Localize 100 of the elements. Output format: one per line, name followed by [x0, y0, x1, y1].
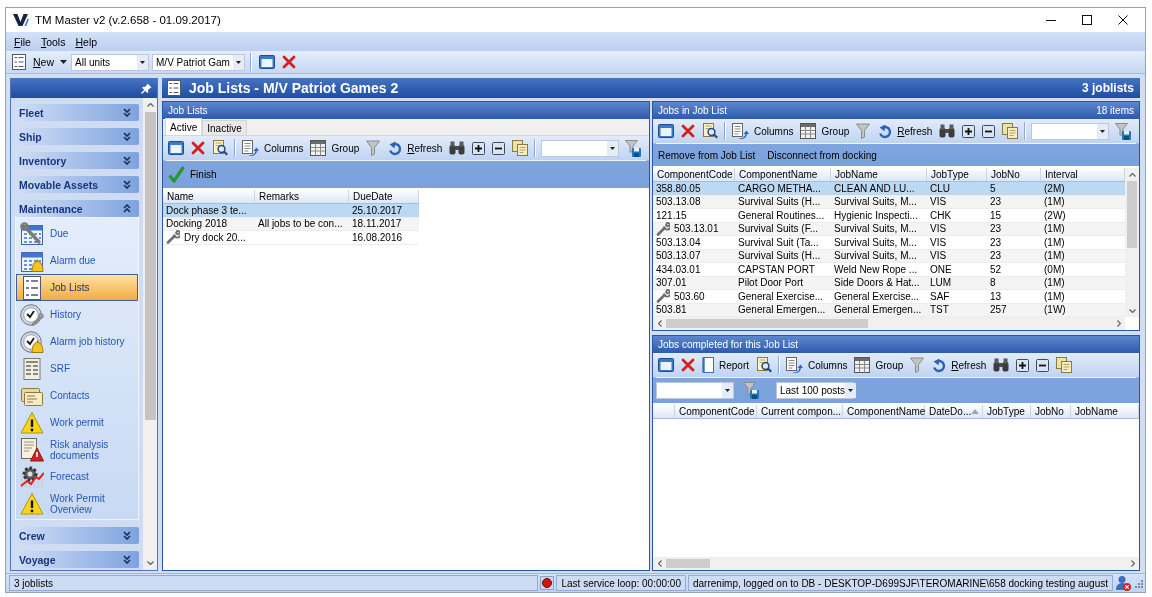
refresh-button[interactable]: Refresh	[386, 138, 444, 158]
scrollbar-thumb[interactable]	[666, 559, 710, 568]
column-header[interactable]: ComponentCode	[675, 405, 757, 418]
action-button[interactable]: Disconnect from docking	[765, 145, 879, 165]
grid-icon	[800, 123, 817, 139]
nav-item[interactable]: Work permit	[16, 409, 138, 436]
table-row[interactable]: 358.80.05 CARGO METHA... CLEAN AND LU... CLU 5 (2M)	[653, 182, 1125, 196]
report-button[interactable]: Report	[701, 355, 750, 375]
action-button[interactable]: Finish	[166, 164, 219, 185]
column-header[interactable]: ComponentName	[843, 405, 925, 418]
action-button[interactable]: Remove from Job List	[656, 145, 758, 165]
window-button[interactable]	[167, 138, 185, 158]
group-button[interactable]: Group	[853, 355, 905, 375]
tab[interactable]: Active	[165, 118, 203, 135]
table-row[interactable]: 503.13.04 Survival Suit (Ta... Survival Suits, M... VIS 23 (1M)	[653, 236, 1125, 250]
nav-item[interactable]: Forecast	[16, 463, 138, 490]
period-dropdown[interactable]: Last 100 posts	[776, 382, 854, 399]
column-header[interactable]: JobName	[1071, 405, 1139, 418]
column-header[interactable]: Current compon...	[757, 405, 843, 418]
group-header[interactable]: Crew	[15, 527, 139, 544]
table-row[interactable]: Dock phase 3 te... 25.10.2017	[163, 204, 419, 218]
group-header[interactable]: Ship	[15, 128, 139, 145]
column-header[interactable]: JobType	[927, 168, 987, 181]
column-header[interactable]: JobType	[983, 405, 1031, 418]
refresh-button[interactable]: Refresh	[930, 355, 988, 375]
refresh-button[interactable]: Refresh	[876, 121, 934, 141]
scroll-down-icon	[146, 561, 154, 565]
table-row[interactable]: 503.60 General Exercise... General Exercise... SAF 13 (1M)	[653, 290, 1125, 304]
nav-item[interactable]: Work Permit Overview	[16, 490, 138, 517]
preview-button[interactable]	[755, 355, 773, 375]
new-button[interactable]: New	[9, 52, 57, 72]
column-header[interactable]: DueDate	[349, 190, 419, 203]
filter-button[interactable]	[855, 121, 872, 141]
group-header[interactable]: Movable Assets	[15, 176, 139, 193]
nav-item[interactable]: History	[16, 301, 138, 328]
table-cell-text: Side Doors & Hat...	[833, 276, 921, 289]
nav-item[interactable]: Due	[16, 220, 138, 247]
document-icon	[702, 357, 714, 373]
copy-icon	[1002, 123, 1019, 139]
menu-item[interactable]: Help	[70, 34, 103, 49]
group-header[interactable]: Inventory	[15, 152, 139, 169]
nav-item[interactable]: Job Lists	[16, 274, 138, 301]
window-button[interactable]	[657, 355, 675, 375]
preview-button[interactable]	[211, 138, 229, 158]
horizontal-scrollbar[interactable]	[653, 317, 1125, 330]
column-header[interactable]: ComponentCode	[653, 168, 735, 181]
column-header[interactable]: DateDo...	[925, 405, 983, 418]
copy-button[interactable]	[1055, 355, 1074, 375]
scrollbar-thumb[interactable]	[1127, 181, 1137, 248]
vertical-scrollbar[interactable]	[143, 98, 157, 570]
scrollbar-thumb[interactable]	[666, 319, 868, 328]
nav-item[interactable]: Alarm due	[16, 247, 138, 274]
group-header[interactable]: Maintenance	[15, 200, 139, 217]
menu-item[interactable]: File	[9, 34, 36, 49]
menu-item[interactable]: Tools	[35, 34, 71, 49]
nav-item[interactable]: SRF	[16, 355, 138, 382]
caret-icon	[845, 383, 857, 398]
group-button[interactable]: Group	[309, 138, 361, 158]
scrollbar-thumb[interactable]	[144, 112, 156, 420]
table-row[interactable]: 434.03.01 CAPSTAN PORT Weld New Rope ... ONE 52 (0M)	[653, 263, 1125, 277]
columns-button[interactable]: Columns	[731, 121, 795, 141]
unit-dropdown[interactable]: All units	[71, 53, 150, 71]
table-cell-text: 121.15	[655, 209, 688, 222]
copy-button[interactable]	[511, 138, 530, 158]
table-cell-text: (2W)	[1043, 209, 1067, 222]
table-row[interactable]: 121.15 General Routines... Hygienic Inspecti... CHK 15 (2W)	[653, 209, 1125, 223]
column-header[interactable]: JobName	[831, 168, 927, 181]
columns-button[interactable]: Columns	[241, 138, 305, 158]
group-button[interactable]: Group	[799, 121, 851, 141]
column-header[interactable]: JobNo	[1031, 405, 1071, 418]
save-filter-button[interactable]	[1114, 121, 1133, 141]
group-header[interactable]: Voyage	[15, 551, 139, 568]
scroll-down-icon	[1128, 308, 1136, 313]
nav-item[interactable]: Alarm job history	[16, 328, 138, 355]
window-button[interactable]	[256, 52, 277, 72]
window-button[interactable]	[657, 121, 675, 141]
filter-icon	[856, 123, 871, 139]
delete-icon	[191, 141, 205, 155]
column-header[interactable]: Name	[163, 190, 255, 203]
table-cell-text: Survival Suits, M...	[833, 195, 918, 208]
column-header[interactable]: ComponentName	[735, 168, 831, 181]
save-filter-button[interactable]	[624, 138, 643, 158]
horizontal-scrollbar[interactable]	[653, 557, 1139, 570]
group-header[interactable]: Fleet	[15, 104, 139, 121]
preview-button[interactable]	[701, 121, 719, 141]
tab[interactable]: Inactive	[202, 120, 247, 135]
filter-button[interactable]	[365, 138, 382, 158]
table-cell-text: Survival Suits (H...	[737, 249, 822, 262]
vertical-scrollbar[interactable]	[1125, 168, 1139, 317]
copy-button[interactable]	[1001, 121, 1020, 141]
column-header[interactable]: Remarks	[255, 190, 349, 203]
table-row[interactable]: Dry dock 20... 16.08.2016	[163, 231, 419, 245]
column-header[interactable]: JobNo	[987, 168, 1041, 181]
save-filter-button[interactable]	[742, 380, 760, 401]
vessel-dropdown[interactable]: M/V Patriot Gam	[152, 53, 245, 71]
columns-button[interactable]: Columns	[785, 355, 849, 375]
nav-item[interactable]: Contacts	[16, 382, 138, 409]
wrench-icon	[166, 230, 180, 245]
filter-button[interactable]	[909, 355, 926, 375]
nav-item[interactable]: Risk analysis documents	[16, 436, 138, 463]
